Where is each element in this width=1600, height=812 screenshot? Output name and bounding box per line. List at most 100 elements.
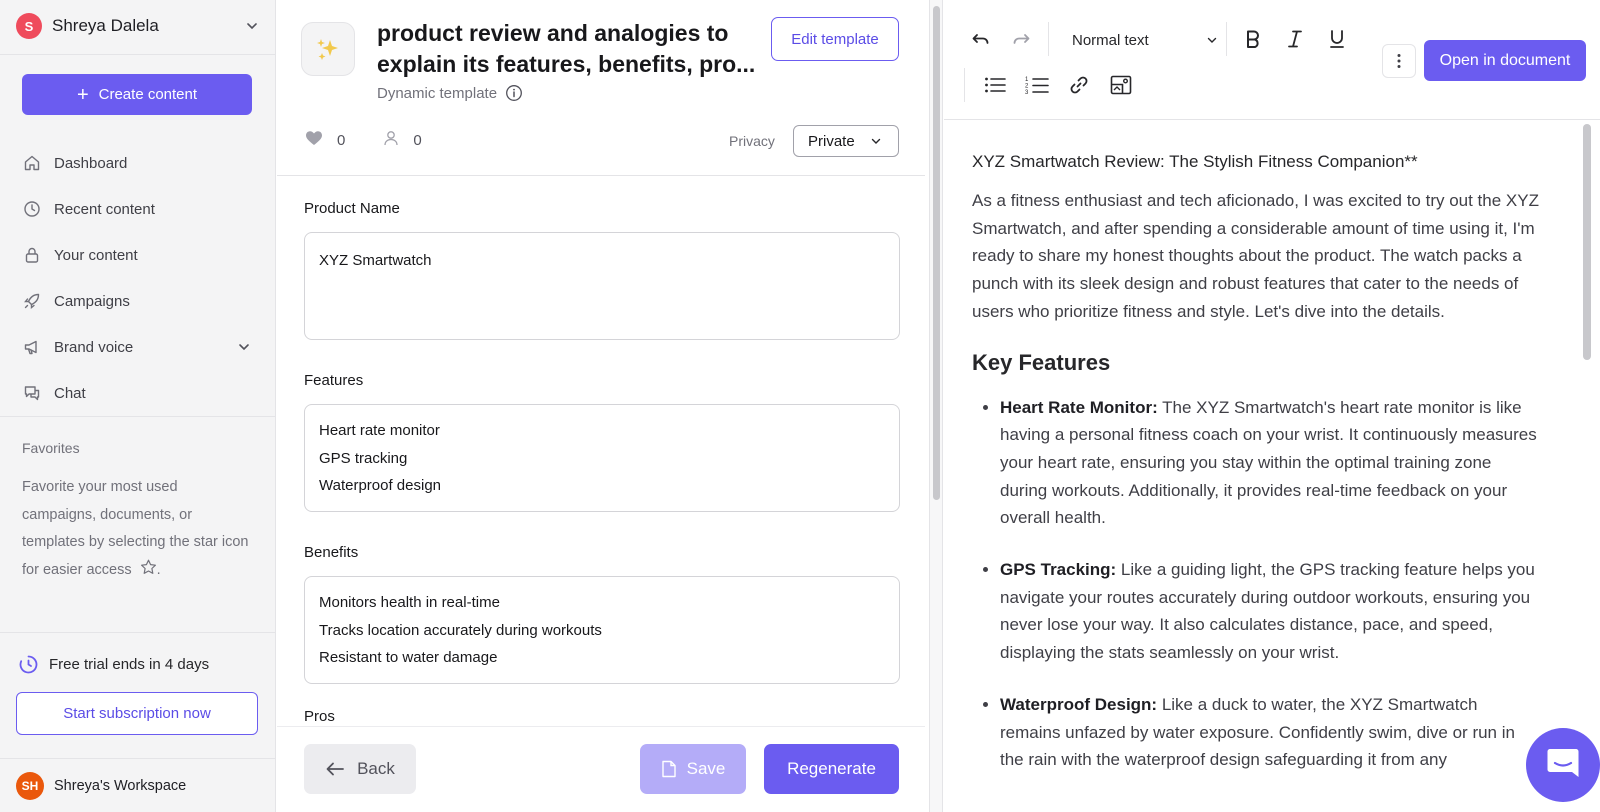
redo-icon[interactable]	[1006, 24, 1036, 54]
edit-template-button[interactable]: Edit template	[771, 17, 899, 61]
sidebar-nav: Dashboard Recent content Your content Ca…	[22, 140, 252, 416]
save-label: Save	[686, 759, 726, 778]
document-icon	[661, 760, 677, 778]
italic-icon[interactable]	[1280, 24, 1310, 54]
start-subscription-button[interactable]: Start subscription now	[16, 692, 258, 735]
template-type-label: Dynamic template	[377, 84, 498, 102]
undo-icon[interactable]	[966, 24, 996, 54]
favorites-description-end: .	[156, 561, 161, 578]
clock-icon	[22, 199, 42, 219]
like-button[interactable]: 0	[305, 130, 345, 150]
form-footer: Back Save Regenerate	[277, 726, 925, 812]
features-label: Features	[304, 372, 364, 389]
list-item: Waterproof Design: Like a duck to water,…	[1000, 691, 1542, 774]
rocket-icon	[22, 291, 42, 311]
favorites-title: Favorites	[22, 440, 80, 456]
sparkles-icon	[301, 22, 355, 76]
save-button[interactable]: Save	[640, 744, 746, 794]
back-button[interactable]: Back	[304, 744, 416, 794]
user-menu[interactable]: S Shreya Dalela	[16, 12, 260, 40]
info-icon[interactable]	[505, 84, 523, 102]
link-icon[interactable]	[1064, 70, 1094, 100]
template-type: Dynamic template	[377, 84, 523, 102]
open-in-document-button[interactable]: Open in document	[1424, 40, 1586, 81]
underline-icon[interactable]	[1322, 24, 1352, 54]
sidebar-item-label: Campaigns	[54, 292, 130, 310]
sidebar-item-chat[interactable]: Chat	[22, 370, 252, 416]
template-panel-scrollbar[interactable]	[929, 0, 943, 812]
image-icon[interactable]	[1106, 70, 1136, 100]
section-heading: Key Features	[972, 349, 1111, 375]
sidebar-item-recent-content[interactable]: Recent content	[22, 186, 252, 232]
scrollbar-thumb[interactable]	[1583, 124, 1591, 360]
like-count: 0	[337, 131, 346, 149]
divider	[0, 54, 276, 55]
toolbar-separator	[964, 68, 965, 102]
more-options-icon[interactable]	[1382, 44, 1416, 78]
lock-icon	[22, 245, 42, 265]
product-name-field[interactable]: XYZ Smartwatch	[304, 232, 900, 340]
sidebar: S Shreya Dalela + Create content Dashboa…	[0, 0, 276, 812]
intro-paragraph: As a fitness enthusiast and tech aficion…	[972, 191, 1539, 321]
document-content[interactable]: XYZ Smartwatch Review: The Stylish Fitne…	[972, 148, 1542, 798]
user-count: 0	[413, 131, 422, 149]
sidebar-item-your-content[interactable]: Your content	[22, 232, 252, 278]
regenerate-button[interactable]: Regenerate	[764, 744, 899, 794]
back-label: Back	[357, 759, 395, 778]
divider	[0, 758, 276, 759]
chevron-down-icon	[1204, 32, 1220, 48]
favorites-description: Favorite your most used campaigns, docum…	[22, 474, 252, 585]
benefits-label: Benefits	[304, 544, 359, 561]
heart-icon	[305, 130, 323, 150]
sidebar-item-label: Dashboard	[54, 154, 128, 172]
sidebar-item-campaigns[interactable]: Campaigns	[22, 278, 252, 324]
trial-status: Free trial ends in 4 days	[18, 654, 209, 675]
svg-text:2: 2	[1025, 84, 1029, 90]
sidebar-item-label: Chat	[54, 384, 86, 402]
sidebar-item-brand-voice[interactable]: Brand voice	[22, 324, 252, 370]
chat-bubble-icon	[1545, 746, 1581, 785]
list-item: Heart Rate Monitor: The XYZ Smartwatch's…	[1000, 394, 1542, 533]
template-title: product review and analogies to explain …	[377, 20, 756, 77]
product-name-label: Product Name	[304, 200, 400, 217]
workspace-switcher[interactable]: SH Shreya's Workspace	[16, 772, 186, 800]
document-title: XYZ Smartwatch Review: The Stylish Fitne…	[972, 152, 1418, 171]
workspace-avatar: SH	[16, 772, 44, 800]
user-icon	[383, 130, 399, 150]
features-line: GPS tracking	[319, 449, 408, 467]
toolbar-separator	[1226, 22, 1227, 56]
sidebar-item-label: Brand voice	[54, 338, 134, 356]
trial-clock-icon	[18, 654, 39, 675]
benefits-line: Monitors health in real-time	[319, 594, 500, 611]
user-name: Shreya Dalela	[52, 16, 159, 35]
sidebar-item-dashboard[interactable]: Dashboard	[22, 140, 252, 186]
features-field[interactable]: Heart rate monitor GPS tracking Waterpro…	[304, 404, 900, 512]
support-chat-button[interactable]	[1526, 728, 1600, 802]
pros-label: Pros	[304, 708, 335, 725]
bullet-list-icon[interactable]	[980, 70, 1010, 100]
text-style-value: Normal text	[1072, 31, 1149, 49]
scrollbar-thumb[interactable]	[933, 6, 940, 500]
divider	[0, 416, 276, 417]
editor-panel: Normal text 123 Open in document XYZ Sma…	[944, 0, 1600, 812]
divider	[0, 632, 276, 633]
svg-text:1: 1	[1025, 77, 1029, 83]
template-panel: product review and analogies to explain …	[277, 0, 925, 812]
create-content-label: Create content	[98, 86, 198, 103]
chevron-down-icon	[244, 18, 260, 34]
create-content-button[interactable]: + Create content	[22, 74, 252, 115]
text-style-select[interactable]: Normal text	[1068, 24, 1220, 56]
features-line: Heart rate monitor	[319, 422, 440, 439]
svg-text:3: 3	[1025, 90, 1029, 95]
bold-icon[interactable]	[1238, 24, 1268, 54]
feature-name: Waterproof Design:	[1000, 694, 1158, 714]
feature-list: Heart Rate Monitor: The XYZ Smartwatch's…	[972, 394, 1542, 774]
user-avatar: S	[16, 13, 42, 39]
benefits-field[interactable]: Monitors health in real-time Tracks loca…	[304, 576, 900, 684]
privacy-select[interactable]: Private	[793, 125, 899, 157]
divider	[277, 175, 925, 176]
template-stats: 0 0	[305, 130, 460, 150]
numbered-list-icon[interactable]: 123	[1022, 70, 1052, 100]
privacy-label: Privacy	[729, 133, 775, 149]
editor-scrollbar[interactable]	[1580, 120, 1594, 812]
